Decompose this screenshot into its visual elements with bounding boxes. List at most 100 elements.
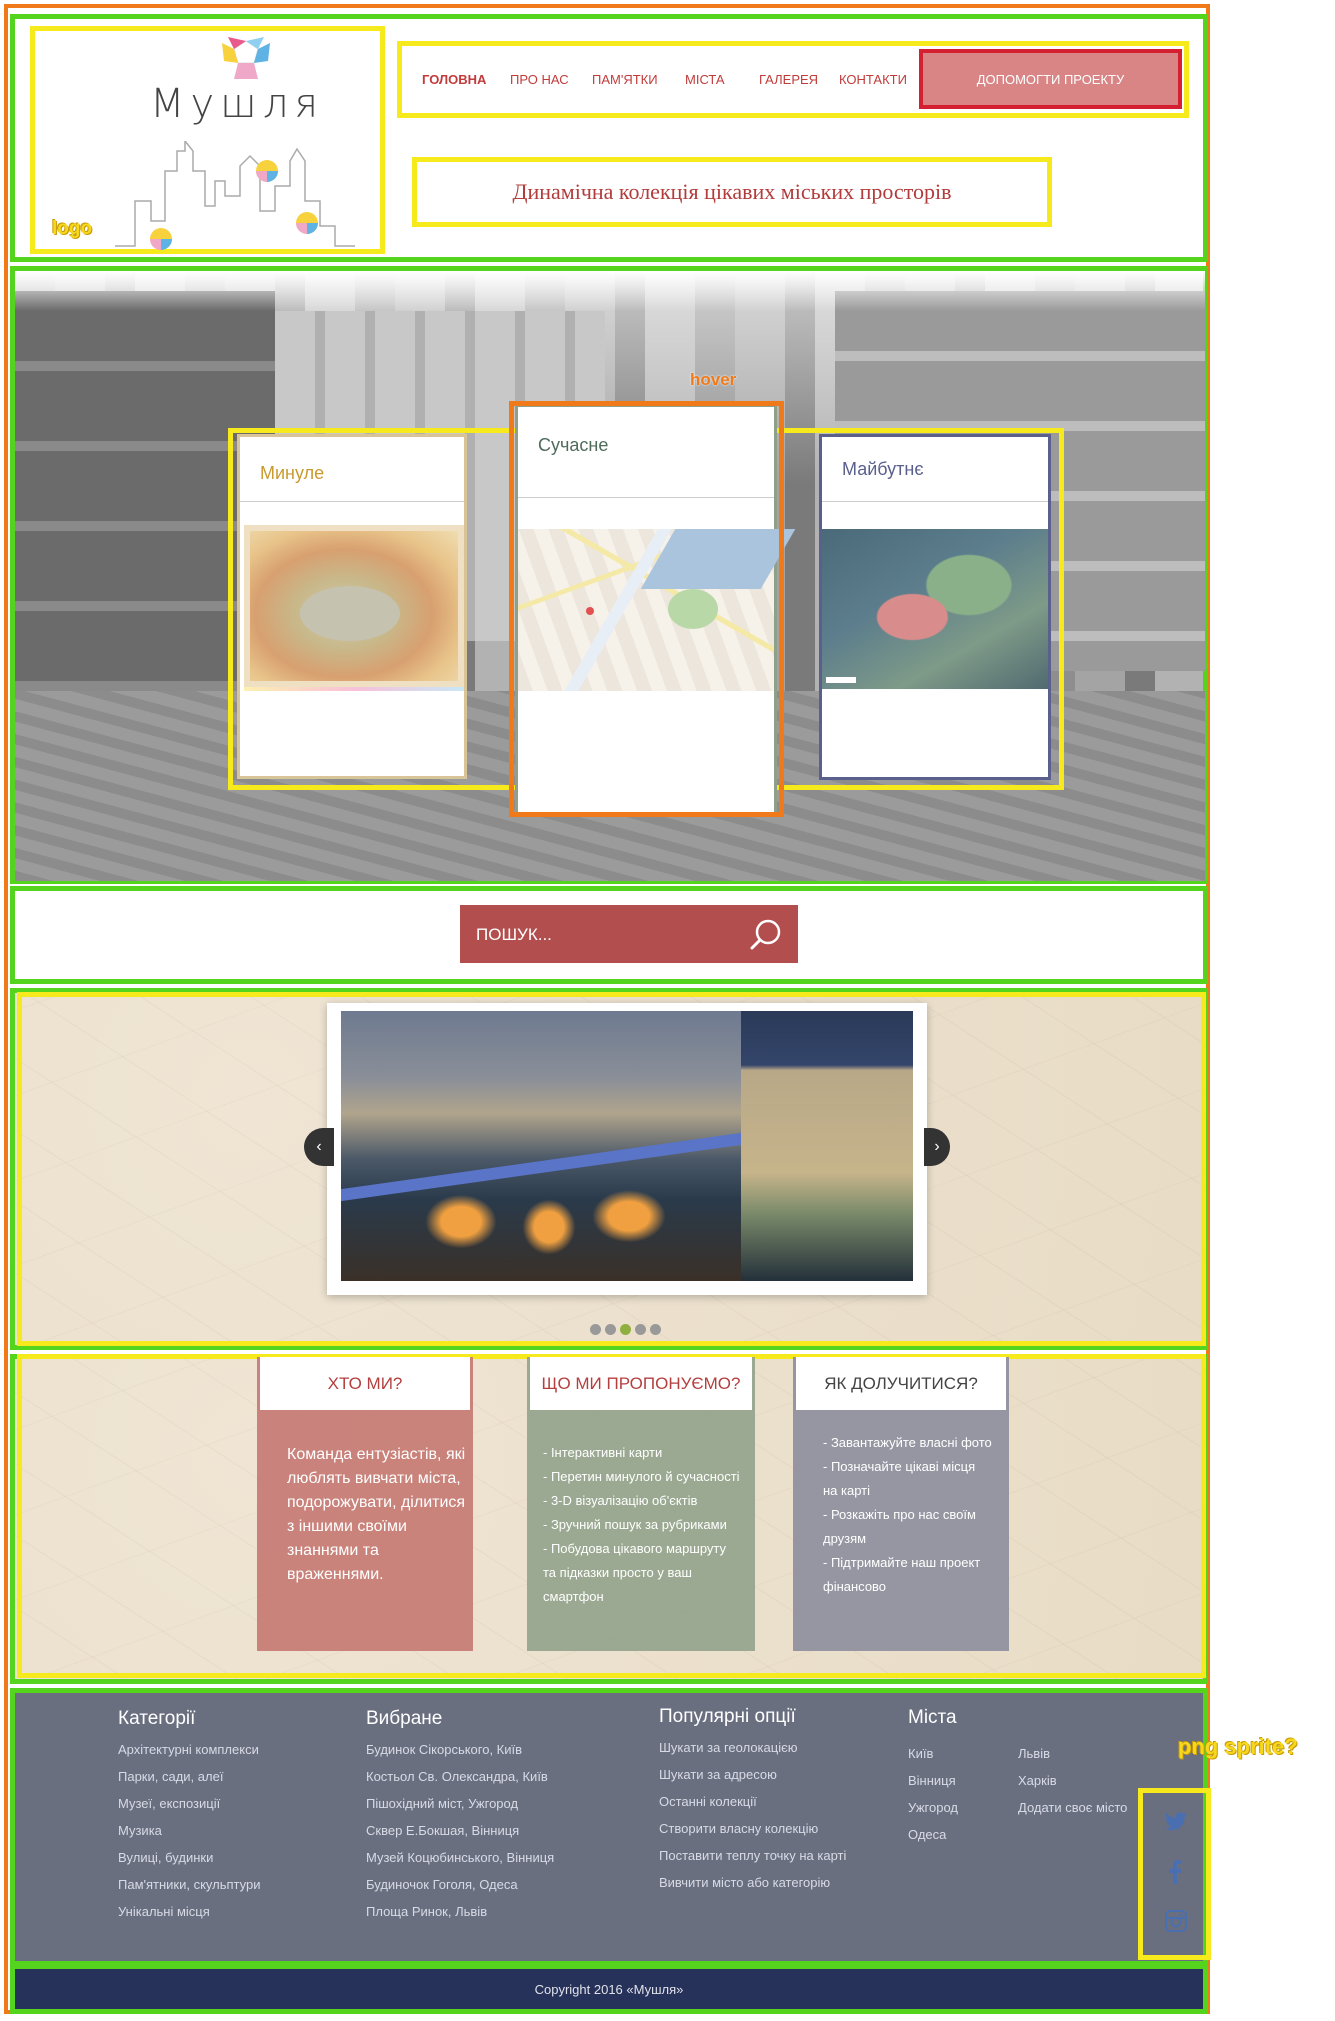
offer-card: ЩО МИ ПРОПОНУЄМО? - Інтерактивні карти -… (527, 1357, 755, 1651)
offer-item: - Перетин минулого й сучасності (543, 1469, 740, 1484)
search-bar[interactable] (460, 905, 798, 963)
nav-cities[interactable]: МІСТА (685, 46, 725, 113)
nav-contacts[interactable]: КОНТАКТИ (839, 46, 907, 113)
copyright-text: Copyright 2016 «Мушля» (534, 1981, 684, 1997)
offer-item: - Інтерактивні карти (543, 1445, 663, 1460)
footer-cities-col2: Львів Харків Додати своє місто (1018, 1740, 1148, 1821)
slider-dot[interactable] (605, 1324, 616, 1335)
donate-button-label: ДОПОМОГТИ ПРОЕКТУ (976, 71, 1125, 87)
join-item: - Завантажуйте власні фото (823, 1435, 992, 1450)
footer-link[interactable]: Київ (908, 1740, 1008, 1767)
search-icon[interactable] (748, 917, 784, 953)
footer-link[interactable]: Площа Ринок, Львів (366, 1898, 626, 1925)
offer-item: - Зручний пошук за рубриками (543, 1517, 727, 1532)
footer-link[interactable]: Вивчити місто або категорію (659, 1869, 909, 1896)
footer-link[interactable]: Унікальні місця (118, 1898, 348, 1925)
footer-link[interactable]: Шукати за адресою (659, 1761, 909, 1788)
card-future[interactable]: Майбутнє (819, 434, 1051, 780)
donate-button[interactable]: ДОПОМОГТИ ПРОЕКТУ (919, 49, 1182, 109)
footer-link[interactable]: Шукати за геолокацією (659, 1734, 909, 1761)
footer-link[interactable]: Будиночок Гоголя, Одеса (366, 1871, 626, 1898)
join-item: фінансово (823, 1579, 887, 1594)
join-item: - Розкажіть про нас своїм (823, 1507, 976, 1522)
card-future-render-image (822, 529, 1048, 689)
hover-highlight-outline (509, 401, 784, 817)
who-text: Команда ентузіастів, які люблять вивчати… (287, 1446, 466, 1583)
footer-link[interactable]: Ужгород (908, 1794, 1008, 1821)
join-item: - Позначайте цікаві місця (823, 1459, 976, 1474)
footer-link[interactable]: Вінниця (908, 1767, 1008, 1794)
slide-image-bridge (341, 1011, 741, 1281)
chevron-left-icon: ‹ (316, 1138, 322, 1155)
main-nav: ГОЛОВНА ПРО НАС ПАМ'ЯТКИ МІСТА ГАЛЕРЕЯ К… (397, 41, 1189, 118)
footer-cities-col1: Київ Вінниця Ужгород Одеса (908, 1740, 1008, 1848)
footer-categories: Категорії Архітектурні комплекси Парки, … (118, 1708, 348, 1925)
footer-link[interactable]: Харків (1018, 1767, 1148, 1794)
slider-dots (590, 1324, 670, 1336)
footer-link[interactable]: Музей Коцюбинського, Вінниця (366, 1844, 626, 1871)
footer-link[interactable]: Створити власну колекцію (659, 1815, 909, 1842)
footer-cities: Міста Київ Вінниця Ужгород Одеса Львів Х… (908, 1707, 1138, 1842)
small-shell-icon-3 (296, 212, 318, 234)
who-card: ХТО МИ? Команда ентузіастів, які люблять… (257, 1357, 473, 1651)
slider-dot[interactable] (650, 1324, 661, 1335)
footer-link[interactable]: Парки, сади, алеї (118, 1763, 348, 1790)
annotation-logo: logo (52, 218, 93, 239)
card-past-sea (300, 586, 400, 641)
who-title: ХТО МИ? (260, 1357, 470, 1410)
footer-link[interactable]: Музеї, експозиції (118, 1790, 348, 1817)
footer-link[interactable]: Пам'ятники, скульптури (118, 1871, 348, 1898)
footer-link[interactable]: Львів (1018, 1740, 1148, 1767)
nav-about[interactable]: ПРО НАС (510, 46, 569, 113)
slider-dot[interactable] (590, 1324, 601, 1335)
copyright-bar: Copyright 2016 «Мушля» (10, 1964, 1208, 2014)
chevron-right-icon: › (934, 1138, 940, 1155)
footer-cities-title: Міста (908, 1707, 957, 1728)
slide-image-building (741, 1011, 913, 1281)
footer-favorites: Вибране Будинок Сікорського, Київ Костьо… (366, 1708, 626, 1925)
instagram-icon[interactable] (1165, 1910, 1187, 1932)
card-future-title: Майбутнє (842, 459, 924, 479)
nav-gallery[interactable]: ГАЛЕРЕЯ (759, 46, 818, 113)
join-item: друзям (823, 1531, 867, 1546)
footer-link[interactable]: Архітектурні комплекси (118, 1736, 348, 1763)
small-shell-icon-1 (256, 160, 278, 182)
join-list: - Завантажуйте власні фото - Позначайте … (823, 1431, 1003, 1599)
facebook-icon[interactable] (1168, 1860, 1182, 1884)
card-past-divider (240, 501, 464, 502)
slider-prev-button[interactable]: ‹ (304, 1128, 334, 1166)
offer-title: ЩО МИ ПРОПОНУЄМО? (530, 1357, 752, 1410)
nav-sights[interactable]: ПАМ'ЯТКИ (592, 46, 658, 113)
slider-dot-active[interactable] (620, 1324, 631, 1335)
offer-item: - 3-D візуалізацію об'єктів (543, 1493, 698, 1508)
slider-dot[interactable] (635, 1324, 646, 1335)
footer-popular: Популярні опції Шукати за геолокацією Шу… (659, 1706, 909, 1896)
footer-link[interactable]: Останні колекції (659, 1788, 909, 1815)
join-item: на карті (823, 1483, 871, 1498)
footer-link[interactable]: Вулиці, будинки (118, 1844, 348, 1871)
footer-categories-title: Категорії (118, 1708, 196, 1729)
footer-link[interactable]: Музика (118, 1817, 348, 1844)
footer-link[interactable]: Пішохідний міст, Ужгород (366, 1790, 626, 1817)
join-title: ЯК ДОЛУЧИТИСЯ? (796, 1357, 1006, 1410)
offer-list: - Інтерактивні карти - Перетин минулого … (543, 1441, 753, 1609)
card-past-title: Минуле (260, 463, 325, 483)
join-card: ЯК ДОЛУЧИТИСЯ? - Завантажуйте власні фот… (793, 1357, 1009, 1651)
search-input[interactable] (474, 919, 728, 951)
logo-mark-icon (222, 37, 270, 79)
card-past[interactable]: Минуле (237, 434, 467, 779)
annotation-sprite: png sprite? (1178, 1734, 1298, 1759)
offer-item: смартфон (543, 1589, 604, 1604)
twitter-icon[interactable] (1164, 1812, 1188, 1832)
footer-link[interactable]: Костьол Св. Олександра, Київ (366, 1763, 626, 1790)
footer-link[interactable]: Сквер Е.Бокшая, Вінниця (366, 1817, 626, 1844)
offer-item: та підказки просто у ваш (543, 1565, 692, 1580)
nav-home[interactable]: ГОЛОВНА (422, 46, 486, 113)
footer-popular-title: Популярні опції (659, 1706, 796, 1727)
footer-link[interactable]: Будинок Сікорського, Київ (366, 1736, 626, 1763)
footer-link[interactable]: Одеса (908, 1821, 1008, 1848)
footer-link[interactable]: Додати своє місто (1018, 1794, 1148, 1821)
annotation-hover: hover (690, 370, 737, 389)
footer-link[interactable]: Поставити теплу точку на карті (659, 1842, 909, 1869)
slider-frame (327, 1003, 927, 1295)
